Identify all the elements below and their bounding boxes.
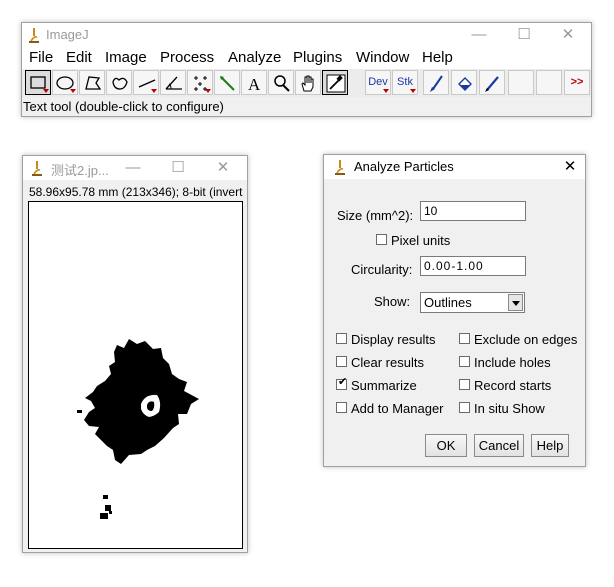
polygon-icon bbox=[85, 76, 102, 90]
menu-analyze[interactable]: Analyze bbox=[228, 49, 281, 66]
toolbar: A Dev Stk >> bbox=[22, 69, 591, 97]
record-starts-label: Record starts bbox=[474, 378, 552, 393]
wand-icon bbox=[220, 76, 235, 91]
maximize-button[interactable]: ☐ bbox=[509, 25, 539, 45]
exclude-on-edges-label: Exclude on edges bbox=[474, 332, 578, 347]
menu-plugins[interactable]: Plugins bbox=[293, 49, 342, 66]
pencil-icon bbox=[485, 76, 499, 92]
image-window: 测试2.jp... — ☐ ✕ 58.96x95.78 mm (213x346)… bbox=[22, 155, 248, 553]
exclude-on-edges-checkbox[interactable] bbox=[459, 333, 470, 344]
polygon-tool[interactable] bbox=[79, 70, 105, 95]
dialog-title: Analyze Particles bbox=[354, 159, 454, 174]
in-situ-show-checkbox[interactable] bbox=[459, 402, 470, 413]
microscope-icon bbox=[29, 28, 39, 43]
brush-icon bbox=[430, 75, 443, 92]
image-info: 58.96x95.78 mm (213x346); 8-bit (inverti bbox=[29, 185, 243, 199]
developer-menu-tool[interactable]: Dev bbox=[365, 70, 391, 95]
empty-tool-slot bbox=[536, 70, 562, 95]
rectangle-tool[interactable] bbox=[25, 70, 51, 95]
analyze-particles-dialog: Analyze Particles ✕ Size (mm^2): 10 Pixe… bbox=[323, 154, 586, 467]
microscope-icon bbox=[32, 161, 42, 176]
chevron-down-icon bbox=[512, 301, 520, 306]
more-tools-button[interactable]: >> bbox=[564, 70, 590, 95]
clear-results-label: Clear results bbox=[351, 355, 424, 370]
dropper-tool[interactable] bbox=[322, 70, 348, 95]
binary-particle-image bbox=[77, 339, 199, 519]
image-title: 测试2.jp... bbox=[51, 163, 109, 178]
size-input[interactable]: 10 bbox=[420, 201, 526, 221]
imagej-window: ImageJ — ☐ ✕ File Edit Image Process Ana… bbox=[21, 22, 592, 117]
show-label: Show: bbox=[374, 294, 411, 309]
window-title: ImageJ bbox=[46, 27, 89, 42]
more-tools-label: >> bbox=[570, 76, 584, 88]
imagej-titlebar[interactable]: ImageJ — ☐ ✕ bbox=[22, 23, 591, 47]
dropper-icon bbox=[326, 74, 346, 93]
display-results-checkbox[interactable] bbox=[336, 333, 347, 344]
menu-window[interactable]: Window bbox=[356, 49, 409, 66]
show-select[interactable]: Outlines bbox=[420, 292, 525, 313]
close-button[interactable]: ✕ bbox=[555, 157, 585, 177]
angle-icon bbox=[165, 76, 182, 90]
display-results-label: Display results bbox=[351, 332, 436, 347]
menu-edit[interactable]: Edit bbox=[66, 49, 92, 66]
minimize-button[interactable]: — bbox=[464, 25, 494, 45]
show-selected-value: Outlines bbox=[424, 295, 472, 310]
freehand-icon bbox=[112, 77, 128, 90]
menu-image[interactable]: Image bbox=[105, 49, 147, 66]
text-icon: A bbox=[248, 75, 261, 94]
menu-process[interactable]: Process bbox=[160, 49, 214, 66]
pixel-units-checkbox[interactable] bbox=[376, 234, 387, 245]
close-button[interactable]: ✕ bbox=[553, 25, 583, 45]
include-holes-checkbox[interactable] bbox=[459, 356, 470, 367]
flood-fill-tool[interactable] bbox=[451, 70, 477, 95]
status-bar: Text tool (double-click to configure) bbox=[22, 97, 591, 116]
maximize-button[interactable]: ☐ bbox=[163, 158, 193, 178]
menu-file[interactable]: File bbox=[29, 49, 53, 66]
brush-tool[interactable] bbox=[423, 70, 449, 95]
minimize-button[interactable]: — bbox=[118, 158, 148, 178]
summarize-checkbox[interactable]: ✔ bbox=[336, 376, 348, 390]
hand-tool[interactable] bbox=[295, 70, 321, 95]
menubar: File Edit Image Process Analyze Plugins … bbox=[22, 47, 591, 69]
circularity-label: Circularity: bbox=[351, 262, 413, 277]
image-canvas[interactable] bbox=[28, 201, 243, 549]
size-label: Size (mm^2): bbox=[337, 208, 414, 223]
dialog-titlebar[interactable]: Analyze Particles ✕ bbox=[324, 155, 585, 179]
add-to-manager-label: Add to Manager bbox=[351, 401, 444, 416]
hand-icon bbox=[301, 75, 314, 92]
wand-tool[interactable] bbox=[214, 70, 240, 95]
add-to-manager-checkbox[interactable] bbox=[336, 402, 347, 413]
help-button[interactable]: Help bbox=[531, 434, 569, 457]
in-situ-show-label: In situ Show bbox=[474, 401, 545, 416]
cancel-button[interactable]: Cancel bbox=[474, 434, 524, 457]
dropdown-button[interactable] bbox=[508, 294, 523, 311]
close-button[interactable]: ✕ bbox=[208, 158, 238, 178]
pixel-units-label: Pixel units bbox=[391, 233, 451, 248]
oval-tool[interactable] bbox=[52, 70, 78, 95]
zoom-tool[interactable] bbox=[268, 70, 294, 95]
include-holes-label: Include holes bbox=[474, 355, 551, 370]
check-icon: ✔ bbox=[338, 376, 348, 388]
clear-results-checkbox[interactable] bbox=[336, 356, 347, 367]
paint-bucket-icon bbox=[458, 77, 472, 91]
text-tool[interactable]: A bbox=[241, 70, 267, 95]
multipoint-tool[interactable] bbox=[187, 70, 213, 95]
circularity-input[interactable]: 0.00-1.00 bbox=[420, 256, 526, 276]
magnifier-icon bbox=[274, 75, 290, 92]
record-starts-checkbox[interactable] bbox=[459, 379, 470, 390]
dev-label: Dev bbox=[368, 76, 388, 88]
angle-tool[interactable] bbox=[160, 70, 186, 95]
microscope-icon bbox=[335, 160, 345, 175]
line-tool[interactable] bbox=[133, 70, 159, 95]
empty-tool-slot bbox=[508, 70, 534, 95]
summarize-label: Summarize bbox=[351, 378, 417, 393]
menu-help[interactable]: Help bbox=[422, 49, 453, 66]
stack-menu-tool[interactable]: Stk bbox=[392, 70, 418, 95]
stk-label: Stk bbox=[397, 76, 413, 88]
pencil-tool[interactable] bbox=[479, 70, 505, 95]
ok-button[interactable]: OK bbox=[425, 434, 467, 457]
image-titlebar[interactable]: 测试2.jp... — ☐ ✕ bbox=[23, 156, 247, 180]
svg-text:A: A bbox=[248, 75, 261, 94]
freehand-tool[interactable] bbox=[106, 70, 132, 95]
